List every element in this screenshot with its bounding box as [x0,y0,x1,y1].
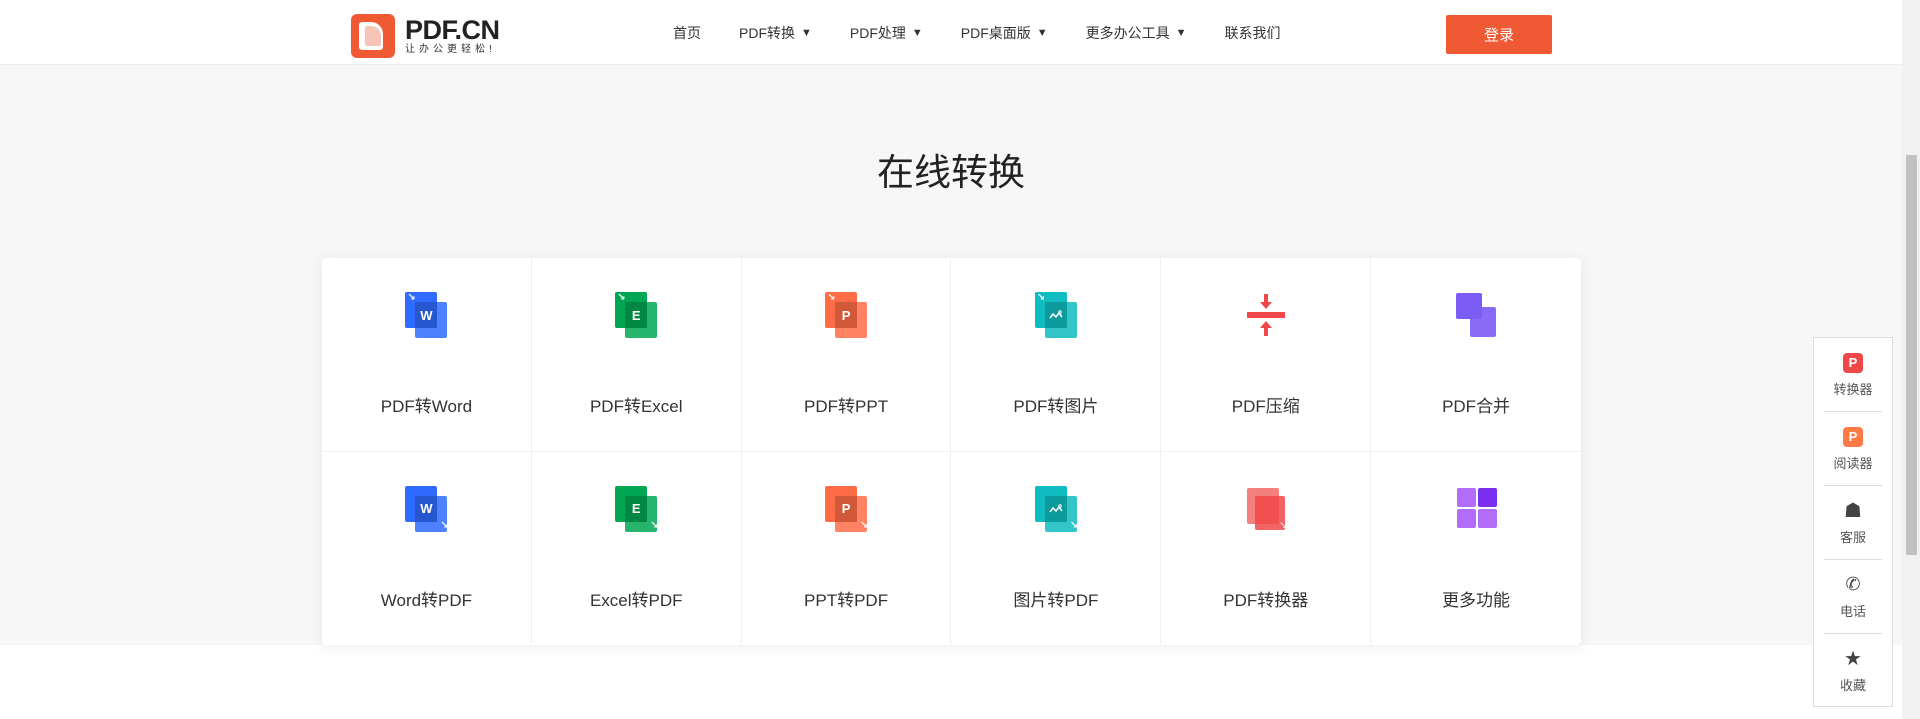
tool-label: PDF合并 [1442,397,1511,416]
reader-app-icon: P [1843,426,1863,447]
nav-item-label: PDF转换 [739,24,795,41]
tool-item[interactable]: ↘ PDF转图片 [951,258,1162,452]
tool-item[interactable]: W ↘ PDF转Word [322,258,532,452]
icon-letter: W [420,307,433,323]
tool-item[interactable]: PDF合并 [1371,258,1581,452]
excel-icon: E ↘ [611,290,661,340]
nav-item[interactable]: PDF转换 ▼ [739,23,812,43]
tool-label: PDF转Word [380,397,473,416]
caret-down-icon: ▼ [1036,26,1048,39]
nav-item-label: 首页 [673,24,701,41]
tool-item[interactable]: W ↘ Word转PDF [322,451,532,645]
tool-label: Word转PDF [380,590,473,610]
tool-label: 更多功能 [1442,590,1511,610]
tool-label: PDF转PPT [804,397,889,416]
sidebar-item[interactable]: ★ 收藏 [1814,634,1892,708]
tool-label: PDF转换器 [1223,590,1309,610]
ppt-icon: P ↘ [821,484,871,534]
icon-letter: P [841,501,851,516]
logo-slogan: 让办公更轻松! [405,44,496,55]
logo-icon [351,14,395,58]
tools-grid: W ↘ PDF转Word E ↘ PDF转Excel P ↘ PDF转PPT ↘ PDF转图片 PDF… [322,258,1581,645]
icon-letter: E [631,307,641,323]
nav-item-label: 更多办公工具 [1085,24,1170,41]
ppt-icon: P ↘ [821,290,871,340]
nav-item[interactable]: 首页 [673,23,701,43]
word-icon: W ↘ [401,484,451,534]
logo[interactable]: PDF.CN 让办公更轻松! [351,14,500,58]
svg-text:↘: ↘ [1279,520,1287,531]
converter-icon: ↘ [1241,484,1291,534]
caret-down-icon: ▼ [1175,26,1187,39]
excel-icon: E ↘ [611,484,661,534]
nav-item[interactable]: 联系我们 [1225,23,1281,43]
tool-item[interactable]: PDF压缩 [1161,258,1372,452]
nav-item-label: 联系我们 [1224,24,1281,41]
star-icon: ★ [1844,648,1862,670]
sidebar-item[interactable]: ☗ 客服 [1814,486,1892,560]
icon-letter: E [631,501,641,516]
nav-item[interactable]: 更多办公工具 ▼ [1086,23,1187,43]
grid-icon [1451,484,1501,534]
tool-label: Excel转PDF [589,590,683,610]
tool-label: PDF转图片 [1013,397,1099,416]
tool-label: PPT转PDF [804,590,889,610]
sidebar-label: 客服 [1839,529,1866,545]
merge-icon [1451,290,1501,340]
tool-label: PDF压缩 [1231,397,1300,416]
sidebar-item[interactable]: P 阅读器 [1814,412,1892,486]
caret-down-icon: ▼ [911,26,923,39]
nav-item[interactable]: PDF处理 ▼ [850,23,923,43]
scrollbar-thumb[interactable] [1906,155,1917,555]
logo-title: PDF.CN [405,15,500,45]
image-icon: ↘ [1031,290,1081,340]
main-nav: 首页 PDF转换 ▼ PDF处理 ▼ PDF桌面版 ▼ 更多办公工具 ▼ 联系我们 [673,0,1319,65]
tool-item[interactable]: ↘ PDF转换器 [1161,451,1372,645]
nav-item-label: PDF桌面版 [960,24,1031,41]
tool-item[interactable]: ↘ 图片转PDF [951,451,1162,645]
sidebar-item[interactable]: P 转换器 [1814,338,1892,412]
tool-item[interactable]: E ↘ Excel转PDF [532,451,742,645]
floating-sidebar: P 转换器 P 阅读器 ☗ 客服 ✆ 电话 ★ 收藏 [1813,337,1893,707]
login-button[interactable]: 登录 [1446,15,1552,54]
sidebar-label: 阅读器 [1833,455,1873,471]
image-icon: ↘ [1031,484,1081,534]
qq-icon: ☗ [1844,500,1862,522]
tool-item[interactable]: E ↘ PDF转Excel [531,258,742,452]
icon-letter: W [420,501,433,516]
sidebar-label: 电话 [1839,603,1866,619]
word-icon: W ↘ [401,290,451,340]
nav-item[interactable]: PDF桌面版 ▼ [961,23,1048,43]
sidebar-label: 收藏 [1839,677,1866,693]
icon-letter: P [841,307,851,323]
tool-item[interactable]: P ↘ PPT转PDF [742,451,952,645]
converter-app-icon: P [1843,352,1863,373]
caret-down-icon: ▼ [801,26,812,39]
nav-item-label: PDF处理 [849,24,906,41]
tool-item[interactable]: 更多功能 [1371,452,1581,646]
sidebar-item[interactable]: ✆ 电话 [1814,560,1892,634]
tool-item[interactable]: P ↘ PDF转PPT [741,258,952,452]
scrollbar[interactable] [1902,0,1920,719]
tool-label: PDF转Excel [589,397,683,416]
tool-label: 图片转PDF [1013,590,1099,610]
sidebar-label: 转换器 [1833,381,1873,397]
header: PDF.CN 让办公更轻松! 首页 PDF转换 ▼ PDF处理 ▼ PDF桌面版 ▼ 更多办公… [0,0,1902,65]
page-title: 在线转换 [877,152,1025,193]
compress-icon [1241,290,1291,340]
phone-icon: ✆ [1845,574,1861,594]
